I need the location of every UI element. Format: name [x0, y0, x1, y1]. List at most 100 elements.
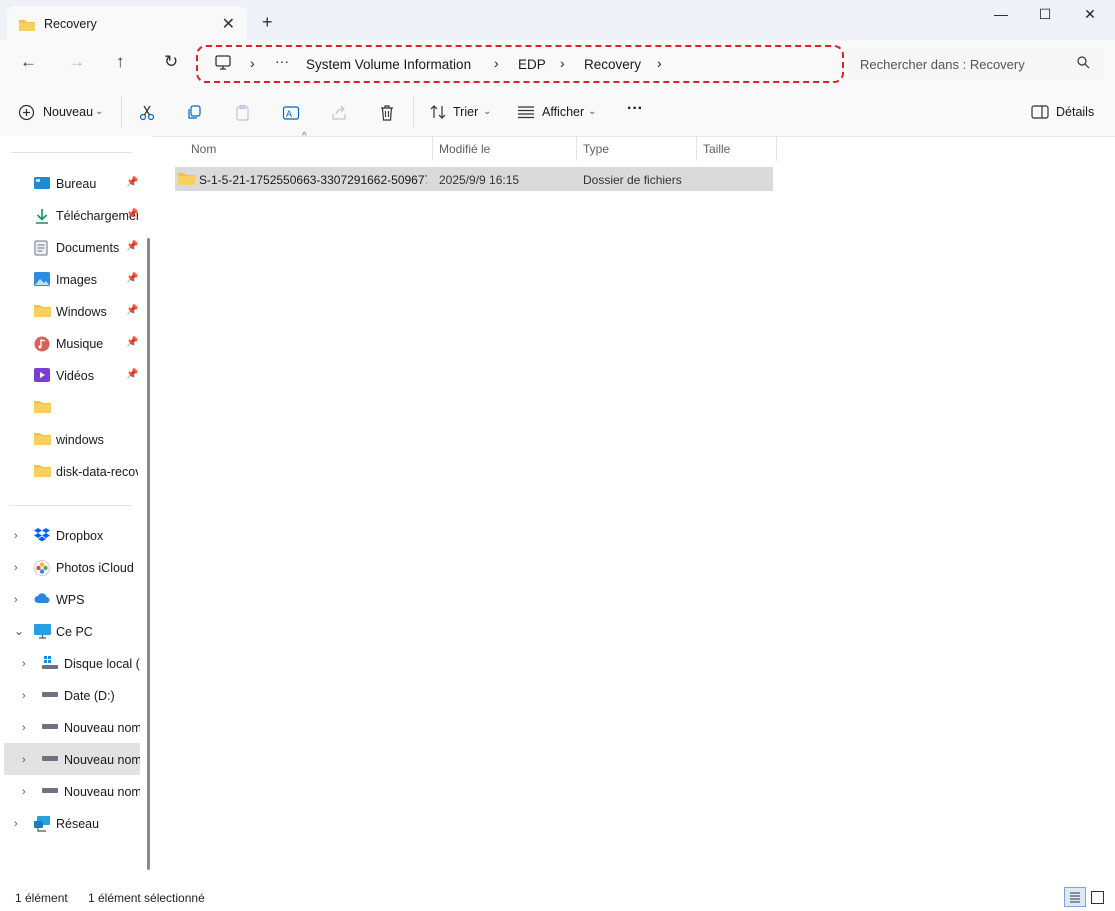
chevron-down-icon[interactable]: ⌄ — [14, 624, 24, 638]
forward-button[interactable]: → — [68, 52, 85, 72]
chevron-down-icon[interactable]: ⌄ — [95, 106, 103, 117]
column-divider[interactable] — [432, 137, 433, 161]
chevron-right-icon[interactable]: › — [22, 658, 26, 670]
sidebar-item-label: Disque local (C:) — [64, 657, 140, 671]
new-icon — [18, 104, 35, 124]
chevron-right-icon[interactable]: › — [22, 754, 26, 766]
folder-icon — [178, 172, 195, 189]
sidebar-scrollbar[interactable] — [147, 238, 150, 870]
sidebar-item-label: Ce PC — [56, 625, 93, 639]
chevron-right-icon[interactable]: › — [14, 562, 18, 574]
chevron-down-icon[interactable]: ⌄ — [588, 106, 596, 117]
chevron-right-icon[interactable]: › — [22, 786, 26, 798]
pin-icon[interactable]: 📌 — [126, 337, 138, 348]
view-icon — [517, 105, 535, 122]
sidebar-item-label: Nouveau nom — [64, 753, 140, 767]
folder-icon — [34, 464, 51, 481]
selection-count: 1 élément sélectionné — [88, 891, 205, 905]
breadcrumb-separator[interactable]: › — [250, 55, 255, 71]
sidebar-item-label: Réseau — [56, 817, 100, 831]
column-header-type[interactable]: Type — [583, 142, 609, 156]
tab-close-icon[interactable]: ✕ — [222, 14, 235, 34]
sidebar-divider — [10, 505, 132, 506]
document-icon — [34, 240, 48, 259]
drive-icon — [42, 720, 58, 734]
breadcrumb-item[interactable]: System Volume Information — [306, 57, 471, 72]
column-header-size[interactable]: Taille — [703, 142, 730, 156]
delete-icon[interactable] — [378, 104, 398, 122]
share-icon[interactable] — [330, 104, 350, 122]
pin-icon[interactable]: 📌 — [126, 369, 138, 380]
pin-icon[interactable]: 📌 — [126, 209, 138, 220]
chevron-right-icon[interactable]: › — [14, 594, 18, 606]
file-modified: 2025/9/9 16:15 — [439, 173, 520, 187]
back-button[interactable]: ← — [20, 52, 37, 72]
rename-icon[interactable]: A — [282, 104, 302, 122]
pin-icon[interactable]: 📌 — [126, 305, 138, 316]
up-button[interactable]: ↑ — [116, 52, 125, 72]
windows-drive-icon — [42, 656, 58, 673]
chevron-right-icon[interactable]: › — [14, 818, 18, 830]
copy-icon[interactable] — [186, 104, 206, 122]
pc-icon — [34, 624, 51, 643]
column-header-name[interactable]: Nom — [191, 142, 216, 156]
svg-text:A: A — [286, 109, 292, 119]
breadcrumb-separator[interactable]: › — [560, 55, 565, 71]
images-icon — [34, 272, 50, 289]
sort-button[interactable]: Trier — [453, 105, 478, 119]
breadcrumb-item[interactable]: Recovery — [584, 57, 641, 72]
tiles-view-button[interactable] — [1091, 891, 1104, 907]
pin-icon[interactable]: 📌 — [126, 273, 138, 284]
details-view-button[interactable] — [1064, 887, 1086, 907]
folder-icon — [34, 304, 51, 321]
more-options-button[interactable]: ··· — [627, 100, 643, 118]
sort-ascending-icon: ^ — [302, 131, 307, 142]
folder-icon — [34, 400, 51, 417]
drive-icon — [42, 784, 58, 798]
new-button[interactable]: Nouveau — [43, 105, 93, 119]
breadcrumb-more[interactable]: ··· — [275, 53, 289, 69]
file-name[interactable]: S-1-5-21-1752550663-3307291662-509677... — [199, 173, 427, 187]
sidebar-item-label: disk-data-recovery — [56, 465, 138, 479]
view-button[interactable]: Afficher — [542, 105, 584, 119]
tab-title: Recovery — [44, 17, 97, 31]
chevron-right-icon[interactable]: › — [22, 722, 26, 734]
refresh-button[interactable]: ↻ — [164, 52, 178, 72]
maximize-button[interactable]: ☐ — [1022, 6, 1068, 28]
column-divider[interactable] — [776, 137, 777, 161]
chevron-right-icon[interactable]: › — [14, 530, 18, 542]
music-icon — [34, 336, 50, 355]
cut-icon[interactable] — [138, 104, 158, 122]
column-header-modified[interactable]: Modifié le — [439, 142, 490, 156]
sidebar-divider — [10, 152, 132, 153]
paste-icon[interactable] — [234, 104, 254, 122]
pin-icon[interactable]: 📌 — [126, 241, 138, 252]
network-icon — [34, 816, 51, 835]
drive-icon — [42, 688, 58, 702]
breadcrumb-separator[interactable]: › — [657, 55, 662, 71]
sort-icon — [429, 104, 447, 123]
details-pane-icon — [1031, 105, 1049, 122]
sidebar-item-label: windows — [56, 433, 104, 447]
column-divider[interactable] — [576, 137, 577, 161]
breadcrumb-separator[interactable]: › — [494, 55, 499, 71]
computer-icon[interactable] — [214, 55, 232, 74]
search-placeholder: Rechercher dans : Recovery — [860, 57, 1025, 72]
search-input[interactable]: Rechercher dans : Recovery — [848, 48, 1104, 80]
chevron-right-icon[interactable]: › — [22, 690, 26, 702]
search-icon — [1077, 56, 1090, 72]
pin-icon[interactable]: 📌 — [126, 177, 138, 188]
new-tab-button[interactable]: + — [262, 12, 273, 33]
column-divider[interactable] — [696, 137, 697, 161]
download-icon — [34, 208, 50, 227]
sidebar-item-label: Photos iCloud — [56, 561, 134, 575]
item-count: 1 élément — [15, 891, 68, 905]
minimize-button[interactable]: — — [978, 6, 1024, 28]
chevron-down-icon[interactable]: ⌄ — [483, 106, 491, 117]
details-button[interactable]: Détails — [1056, 105, 1094, 119]
close-window-button[interactable]: ✕ — [1067, 6, 1113, 28]
tab-recovery[interactable]: Recovery ✕ — [7, 6, 247, 42]
breadcrumb-item[interactable]: EDP — [518, 57, 546, 72]
toolbar-divider — [413, 96, 414, 128]
video-icon — [34, 368, 50, 385]
